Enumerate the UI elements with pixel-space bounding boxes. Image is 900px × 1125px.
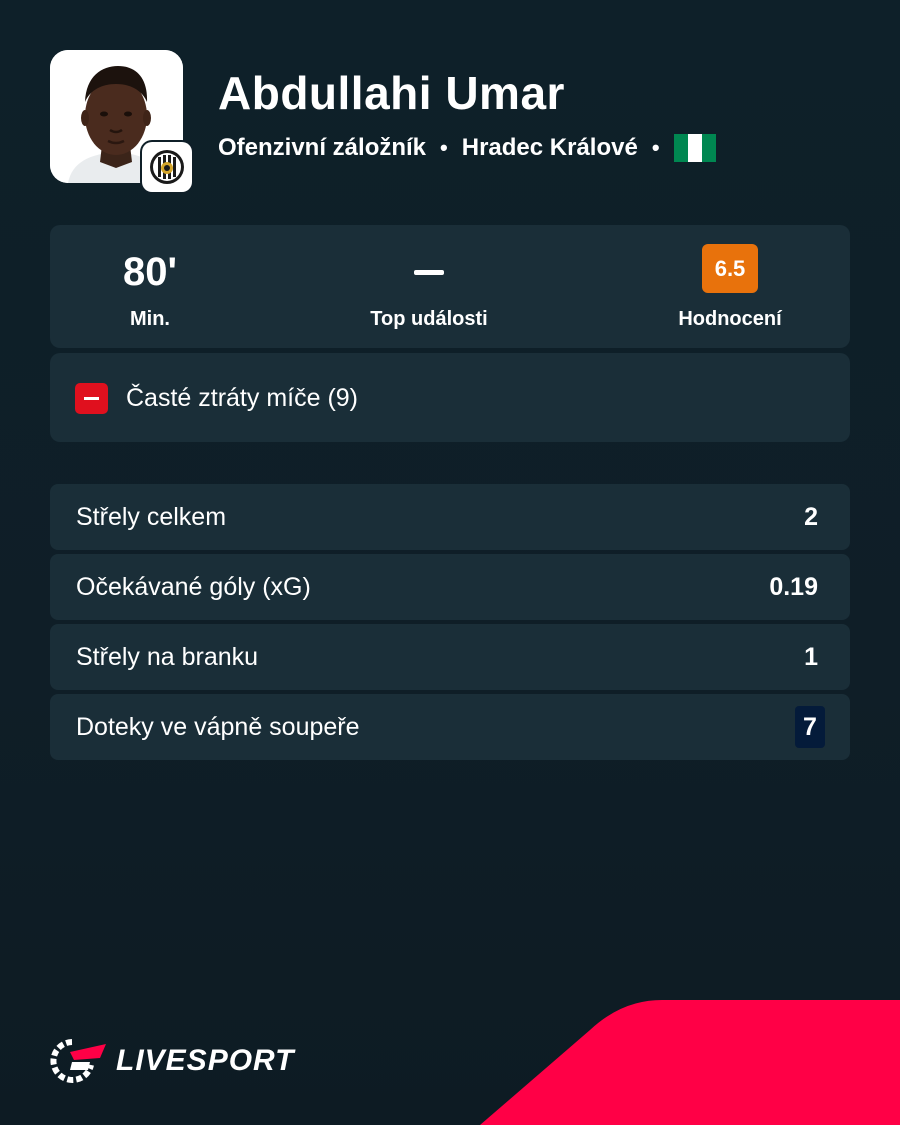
brand-shape [480,1000,900,1125]
livesport-logo: LIVESPORT [50,1038,294,1084]
player-stat-card: Abdullahi Umar Ofenzivní záložník • Hrad… [0,0,900,1125]
livesport-logo-icon [50,1039,106,1083]
livesport-wordmark: LIVESPORT [116,1044,295,1077]
